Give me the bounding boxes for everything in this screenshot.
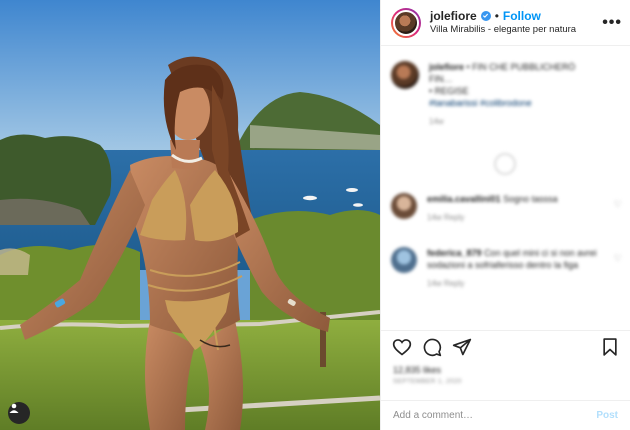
location-link[interactable]: Villa Mirabilis - elegante per natura [430,23,602,37]
photo-image [0,0,380,430]
follow-button[interactable]: Follow [503,9,541,23]
comment-text: Sogno tasssa [503,194,558,204]
share-icon[interactable] [452,337,472,357]
heart-icon[interactable] [392,337,412,357]
post-details-panel: jolefiore • Follow Villa Mirabilis - ele… [380,0,630,430]
comment-item: emilia.cavallini01 Sogno tasssa 14w Repl… [391,193,622,224]
more-options-icon[interactable]: ••• [602,14,622,32]
post-photo[interactable] [0,0,380,430]
post-header: jolefiore • Follow Villa Mirabilis - ele… [381,0,630,46]
caption: jolefiore • FIN CHE PUBBLICHERÒ FIN… • R… [391,61,622,128]
post-comment-button[interactable]: Post [596,410,618,421]
username-link[interactable]: jolefiore [430,9,477,23]
add-comment-bar: Post [381,400,630,430]
bookmark-icon[interactable] [600,337,620,357]
user-tag-icon[interactable] [8,402,30,424]
comment-username[interactable]: emilia.cavallini01 [427,194,501,204]
separator-dot: • [494,8,499,23]
avatar[interactable] [391,7,421,38]
comments-section: jolefiore • FIN CHE PUBBLICHERÒ FIN… • R… [381,47,630,330]
post-actions: 12,835 likes SEPTEMBER 1, 2020 [381,330,630,386]
comment-item: federica_879 Con quel mini ci si non avr… [391,247,622,290]
instagram-post-modal: jolefiore • Follow Villa Mirabilis - ele… [0,0,630,430]
comment-meta[interactable]: 14w Reply [427,278,597,290]
comment-like-icon[interactable]: ♡ [614,253,622,264]
comment-username[interactable]: federica_879 [427,248,482,258]
comment-avatar[interactable] [391,193,417,219]
caption-avatar[interactable] [391,61,419,89]
loading-spinner [494,153,516,175]
comment-like-icon[interactable]: ♡ [614,199,622,210]
caption-hashtags[interactable]: #tanabarissi #colibrodone [429,97,609,109]
comment-input[interactable] [393,410,597,421]
likes-count[interactable]: 12,835 likes [393,365,441,375]
caption-text-line2: FIN… [429,74,453,84]
comment-meta[interactable]: 14w Reply [427,212,597,224]
post-timestamp: SEPTEMBER 1, 2020 [393,378,462,385]
caption-text-line1: • FIN CHE PUBBLICHERÒ [466,62,576,72]
caption-username[interactable]: jolefiore [429,62,464,72]
caption-text-line3: • REGISE [429,86,469,96]
verified-icon [480,10,491,21]
comment-avatar[interactable] [391,247,417,273]
comment-icon[interactable] [422,337,442,357]
caption-meta: 14w [429,117,444,126]
